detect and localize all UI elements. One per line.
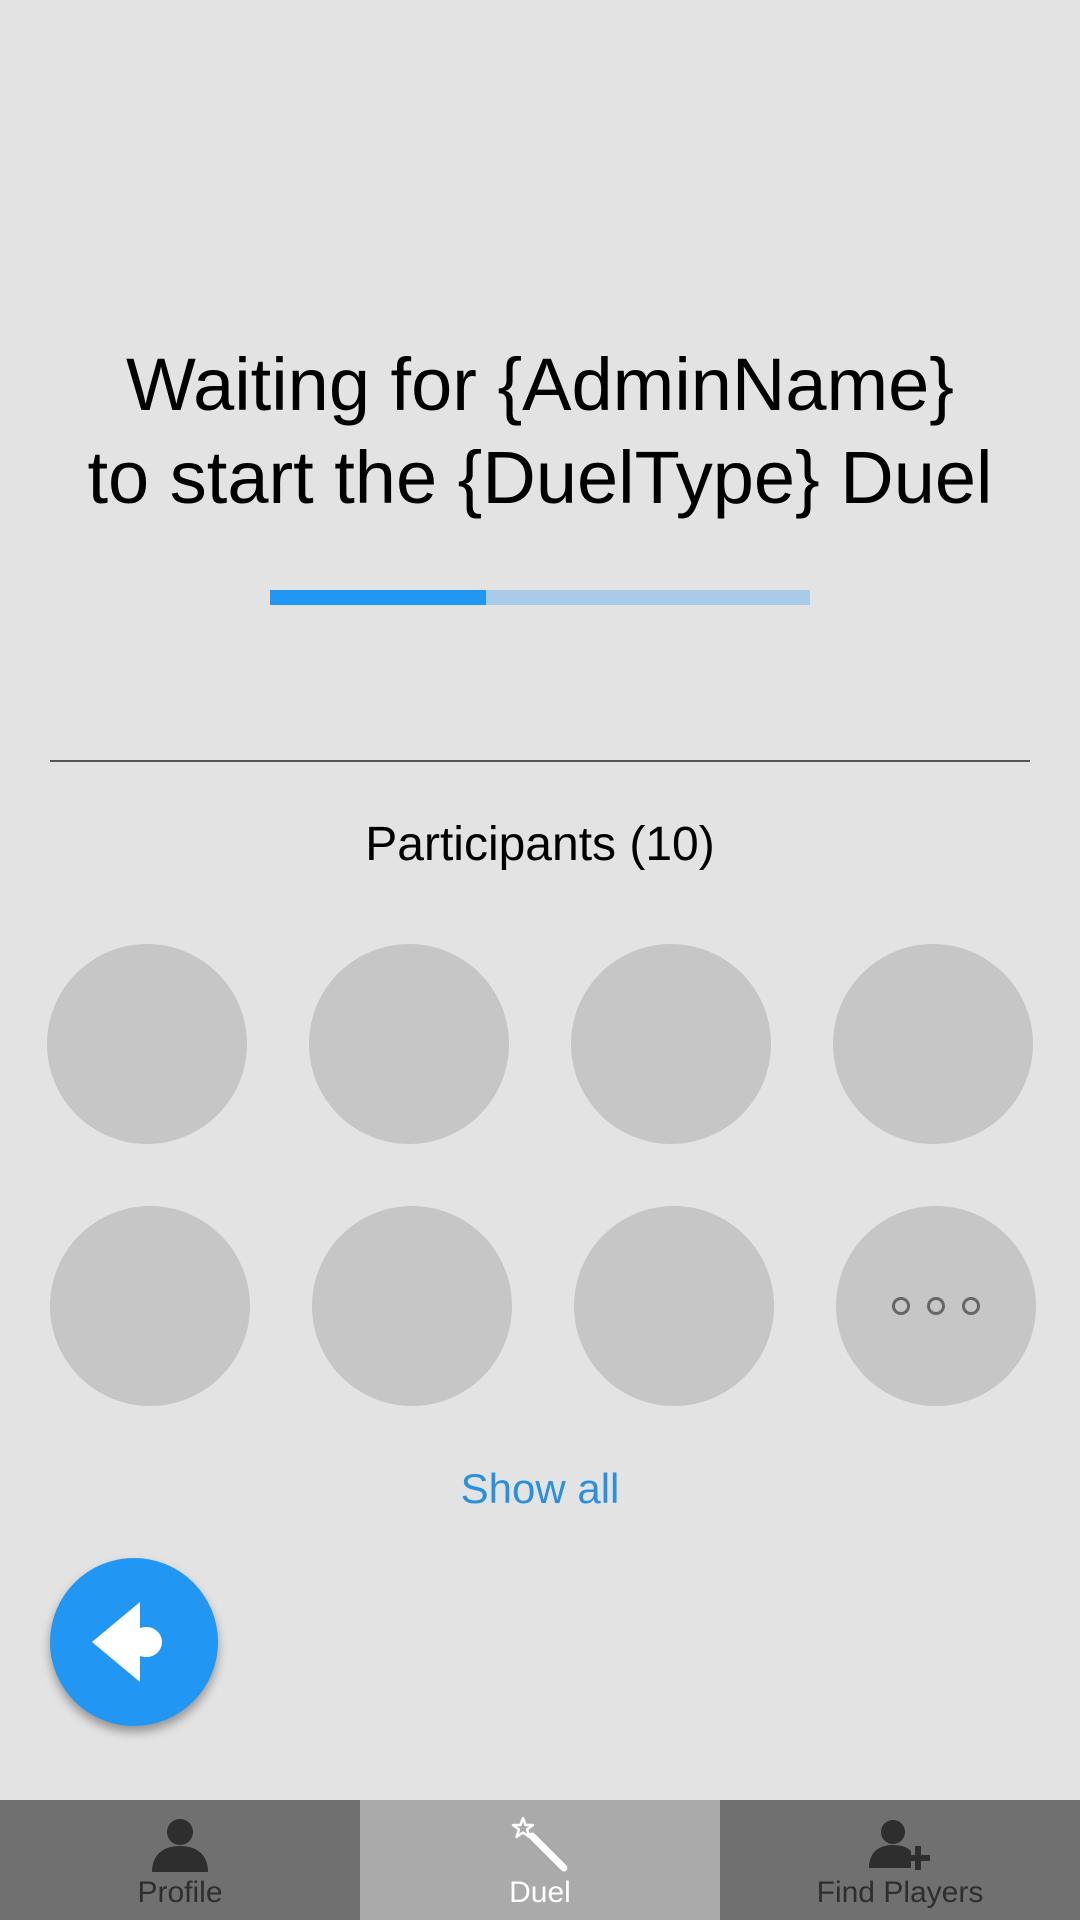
section-divider: [50, 760, 1030, 762]
more-dots-icon: [892, 1297, 910, 1315]
show-all-label[interactable]: Show all: [461, 1465, 620, 1512]
participant-avatar[interactable]: [50, 1206, 250, 1406]
magic-wand-icon: [360, 1816, 720, 1872]
add-person-icon: [720, 1816, 1080, 1872]
tab-profile-label: Profile: [137, 1876, 223, 1909]
back-arrow-icon: [92, 1602, 162, 1682]
waiting-title: Waiting for {AdminName} to start the {Du…: [0, 338, 1080, 524]
waiting-title-line-1: Waiting for {AdminName}: [125, 343, 955, 426]
participants-heading: Participants (10): [365, 818, 715, 871]
tab-find-players[interactable]: Find Players: [720, 1800, 1080, 1920]
participant-avatar[interactable]: [47, 944, 247, 1144]
participant-avatar[interactable]: [833, 944, 1033, 1144]
more-dots-icon: [962, 1297, 980, 1315]
participant-avatar[interactable]: [309, 944, 509, 1144]
more-participants-button[interactable]: [836, 1206, 1036, 1406]
tab-find-players-label: Find Players: [816, 1876, 984, 1909]
tab-profile[interactable]: Profile: [0, 1800, 360, 1920]
more-dots-icon: [927, 1297, 945, 1315]
back-button[interactable]: [50, 1558, 218, 1726]
participant-avatar[interactable]: [574, 1206, 774, 1406]
waiting-title-line-2: to start the {DuelType} Duel: [87, 436, 993, 519]
show-all-link[interactable]: Show all: [0, 1462, 1080, 1516]
participant-avatar[interactable]: [312, 1206, 512, 1406]
bottom-tab-bar: Profile Duel Find Players: [0, 1800, 1080, 1920]
waiting-progress-bar: [270, 590, 810, 605]
tab-duel[interactable]: Duel: [360, 1800, 720, 1920]
waiting-progress-fill: [270, 590, 486, 605]
tab-duel-label: Duel: [509, 1876, 571, 1909]
participant-avatar[interactable]: [571, 944, 771, 1144]
person-icon: [0, 1816, 360, 1872]
